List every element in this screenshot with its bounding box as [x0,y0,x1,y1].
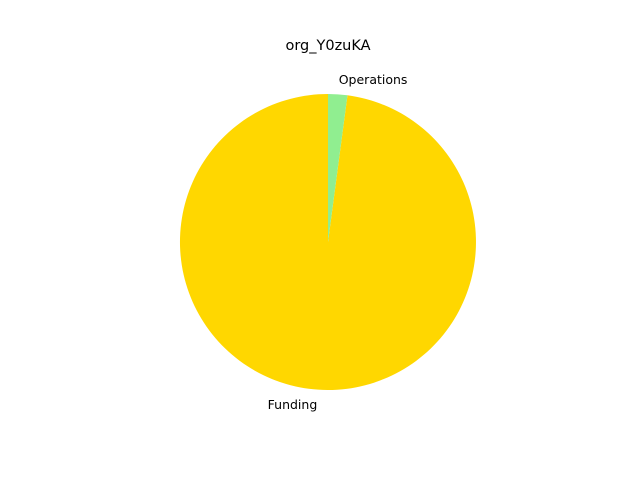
chart-title: org_Y0zuKA [285,38,370,54]
slice-label-operations: Operations [339,72,408,87]
pie-chart: org_Y0zuKA Funding Operations [0,0,640,480]
pie-slice-funding [179,93,476,390]
slice-label-funding: Funding [268,397,318,412]
pie-slices [179,93,476,390]
